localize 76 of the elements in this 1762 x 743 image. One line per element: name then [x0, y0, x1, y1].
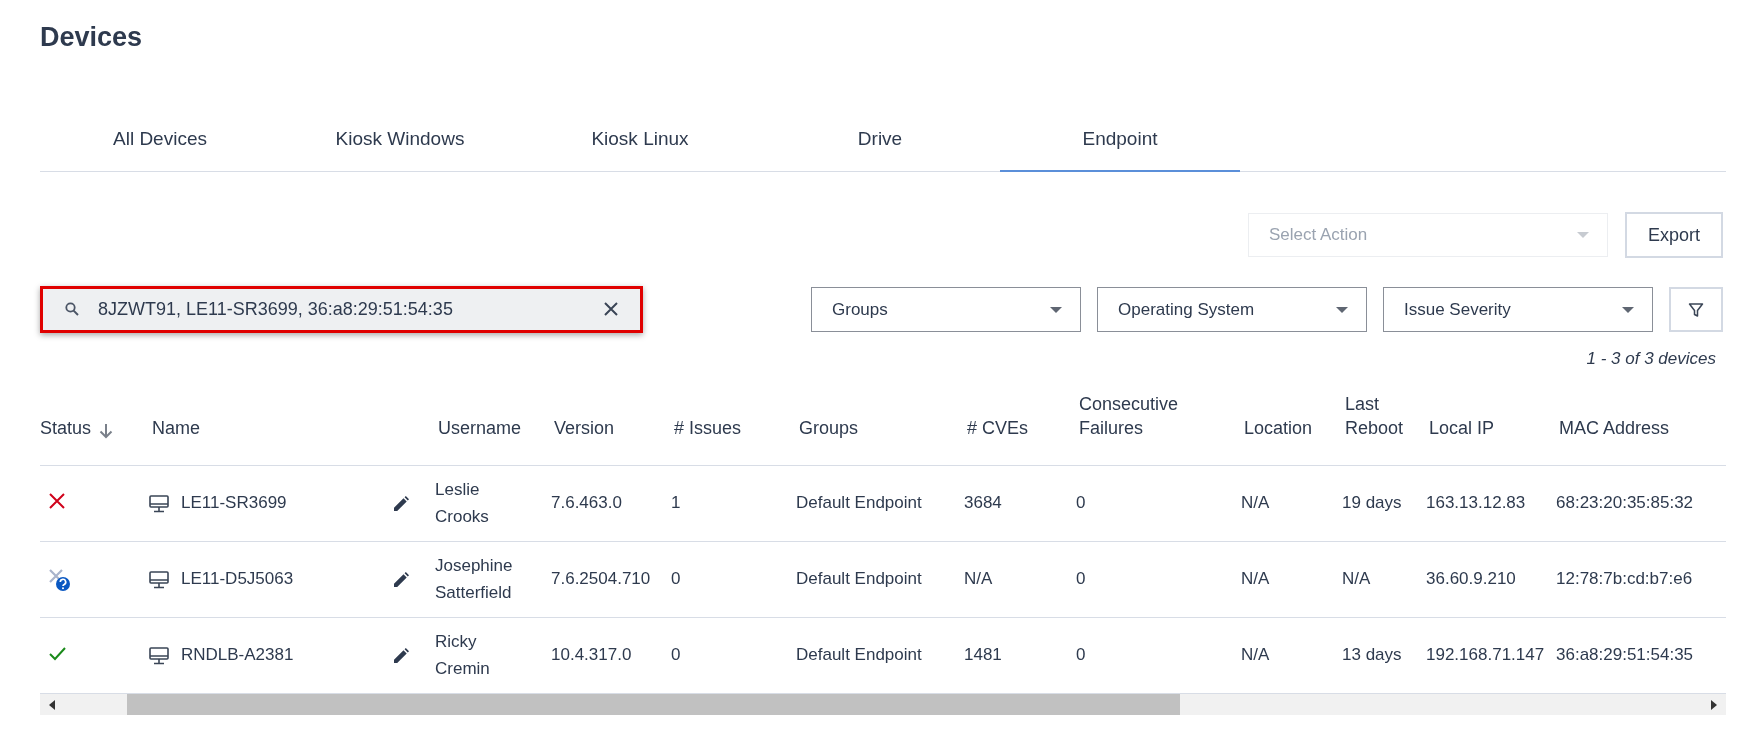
- table-cell-text: 10.4.317.0: [551, 644, 632, 667]
- table-cell-text: Default Endpoint: [796, 568, 922, 591]
- table-cell-text: 68:23:20:35:85:32: [1556, 492, 1694, 515]
- pencil-icon[interactable]: [393, 647, 409, 664]
- pencil-icon[interactable]: [393, 495, 409, 512]
- column-header[interactable]: Local IP: [1429, 416, 1495, 440]
- filter-icon: [1688, 301, 1704, 318]
- result-count: 1 - 3 of 3 devices: [1585, 349, 1717, 370]
- tab[interactable]: Kiosk Windows: [280, 128, 520, 172]
- table-cell-text: Josephine Satterfield: [435, 555, 514, 604]
- filter-dropdown[interactable]: Groups: [811, 287, 1081, 332]
- table-cell-text: N/A: [1241, 644, 1270, 667]
- filter-button[interactable]: [1669, 287, 1723, 332]
- table-cell-text: Default Endpoint: [796, 492, 922, 515]
- table-cell-text: N/A: [964, 568, 993, 591]
- table-cell-text: 0: [671, 568, 681, 591]
- column-header[interactable]: Last Reboot: [1345, 393, 1405, 440]
- column-header[interactable]: Status: [40, 416, 92, 440]
- monitor-icon: [149, 570, 169, 589]
- tab[interactable]: Endpoint: [1000, 128, 1240, 172]
- table-cell-text: 192.168.71.147: [1426, 644, 1545, 667]
- scroll-left-icon[interactable]: [48, 699, 56, 710]
- column-header[interactable]: Groups: [799, 416, 859, 440]
- tab[interactable]: Drive: [760, 128, 1000, 172]
- table-cell-text: N/A: [1342, 568, 1371, 591]
- column-header[interactable]: Username: [438, 416, 522, 440]
- scrollbar-thumb[interactable]: [127, 694, 1180, 715]
- table-cell-text: 0: [671, 644, 681, 667]
- device-name[interactable]: LE11-SR3699: [181, 490, 287, 517]
- table-cell-text: 7.6.463.0: [551, 492, 622, 515]
- sort-arrow-icon[interactable]: [99, 423, 114, 439]
- caret-icon: [1576, 232, 1589, 238]
- device-name[interactable]: LE11-D5J5063: [181, 566, 294, 593]
- table-cell-text: 13 days: [1342, 644, 1402, 667]
- clear-icon[interactable]: [603, 301, 619, 317]
- table-cell-text: Leslie Crooks: [435, 479, 490, 528]
- table-cell-text: 0: [1076, 568, 1086, 591]
- tab[interactable]: All Devices: [40, 128, 280, 172]
- table-cell-text: N/A: [1241, 492, 1270, 515]
- column-header[interactable]: Location: [1244, 416, 1313, 440]
- horizontal-scrollbar[interactable]: [40, 694, 1726, 715]
- column-header[interactable]: # Issues: [674, 416, 742, 440]
- monitor-icon: [149, 494, 169, 513]
- caret-icon: [1050, 306, 1062, 313]
- column-header[interactable]: Consecutive Failures: [1079, 393, 1209, 440]
- table-cell-text: 1481: [964, 644, 1002, 667]
- table-cell-text: 19 days: [1342, 492, 1402, 515]
- column-header[interactable]: MAC Address: [1559, 416, 1670, 440]
- column-header[interactable]: Name: [152, 416, 200, 440]
- table-cell-text: 36:a8:29:51:54:35: [1556, 644, 1694, 667]
- pencil-icon[interactable]: [393, 571, 409, 588]
- monitor-icon: [149, 646, 169, 665]
- filter-dropdown[interactable]: Operating System: [1097, 287, 1367, 332]
- table-cell-text: 0: [1076, 492, 1086, 515]
- tab[interactable]: Kiosk Linux: [520, 128, 760, 172]
- search-icon: [65, 302, 79, 316]
- table-cell-text: 12:78:7b:cd:b7:e6: [1556, 568, 1693, 591]
- column-header[interactable]: # CVEs: [967, 416, 1029, 440]
- page-title: Devices: [40, 21, 144, 54]
- device-name[interactable]: RNDLB-A2381: [181, 642, 294, 669]
- filter-dropdown[interactable]: Issue Severity: [1383, 287, 1653, 332]
- table-cell-text: N/A: [1241, 568, 1270, 591]
- caret-icon: [1622, 306, 1634, 313]
- table-cell-text: 1: [671, 492, 681, 515]
- table-cell-text: 0: [1076, 644, 1086, 667]
- export-button[interactable]: Export: [1624, 212, 1723, 258]
- search-field[interactable]: 8JZWT91, LE11-SR3699, 36:a8:29:51:54:35: [40, 286, 643, 333]
- table-cell-text: 36.60.9.210: [1426, 568, 1516, 591]
- table-cell-text: Default Endpoint: [796, 644, 922, 667]
- caret-icon: [1336, 306, 1348, 313]
- scroll-right-icon[interactable]: [1710, 699, 1718, 710]
- table-cell-text: 3684: [964, 492, 1002, 515]
- table-cell-text: Ricky Cremin: [435, 631, 491, 680]
- table-cell-text: 163.13.12.83: [1426, 492, 1526, 515]
- table-cell-text: 7.6.2504.710: [551, 568, 651, 591]
- column-header[interactable]: Version: [554, 416, 615, 440]
